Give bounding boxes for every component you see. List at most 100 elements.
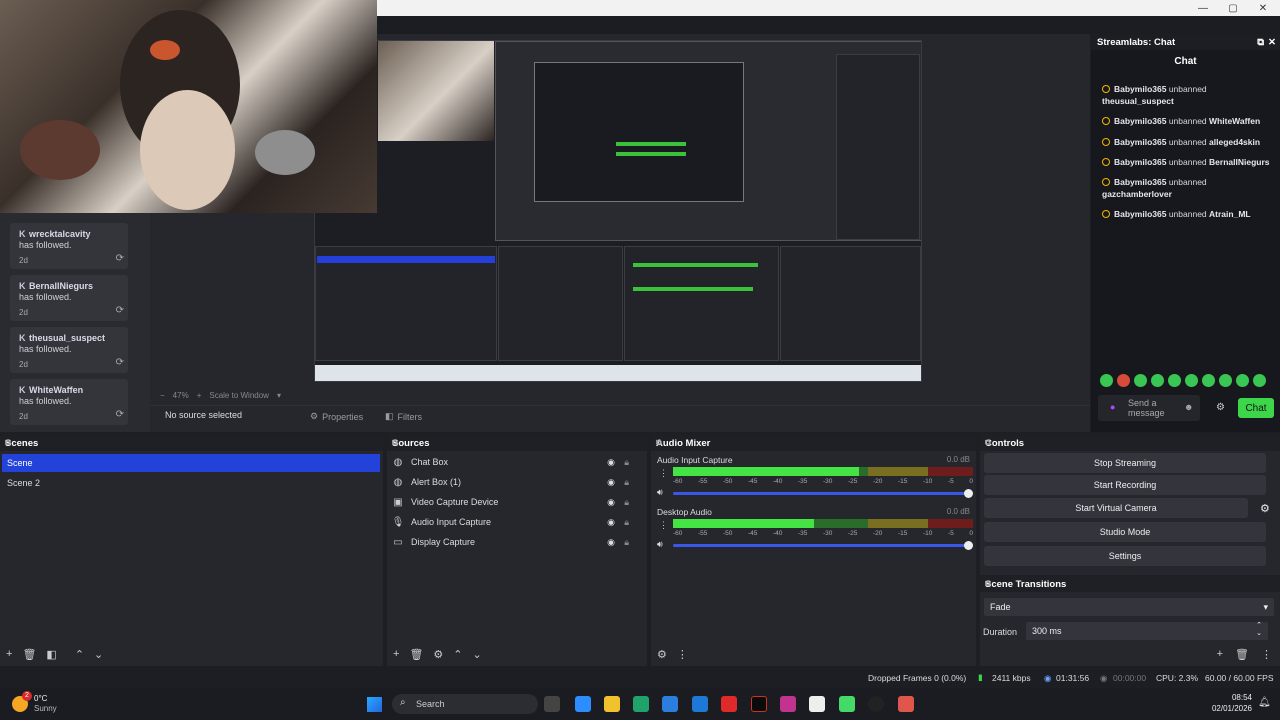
undock-icon[interactable]: ⧉ xyxy=(656,438,971,448)
amazon-icon[interactable] xyxy=(809,696,825,712)
start-virtual-camera-button[interactable]: Start Virtual Camera xyxy=(984,498,1248,518)
volume-slider[interactable] xyxy=(673,489,973,498)
move-down-icon[interactable]: ⌄ xyxy=(473,648,482,661)
store-icon[interactable] xyxy=(662,696,678,712)
source-item[interactable]: ▭ Display Capture ◉ 🔒︎ xyxy=(391,533,633,551)
visibility-icon[interactable]: ◉ xyxy=(607,477,615,488)
stop-streaming-button[interactable]: Stop Streaming xyxy=(984,453,1266,473)
emote-icon[interactable] xyxy=(1151,374,1164,387)
spinner-icon[interactable]: ⌃ ⌄ xyxy=(1256,622,1262,638)
visibility-icon[interactable]: ◉ xyxy=(607,497,615,508)
duration-input[interactable]: 300 ms ⌃ ⌄ xyxy=(1026,622,1268,640)
trash-icon[interactable]: 🗑 xyxy=(22,648,36,661)
undock-icon[interactable]: ⧉ xyxy=(1257,37,1264,48)
replay-icon[interactable]: ⟳ xyxy=(116,253,124,264)
more-icon[interactable]: ⋮ xyxy=(659,468,668,479)
maximize-button[interactable]: ▢ xyxy=(1218,0,1248,16)
gear-icon[interactable]: ⚙ xyxy=(1216,402,1225,413)
add-icon[interactable]: + xyxy=(1217,648,1223,660)
lock-icon[interactable]: 🔒︎ xyxy=(624,517,629,528)
trash-icon[interactable]: 🗑 xyxy=(409,648,423,661)
chat-input[interactable]: ● Send a message ☻ xyxy=(1098,395,1200,421)
chat-send-button[interactable]: Chat xyxy=(1238,398,1274,418)
mod-badge-icon xyxy=(1102,117,1110,125)
undock-icon[interactable]: ⧉ xyxy=(985,438,1275,448)
streamlabs-icon[interactable] xyxy=(898,696,914,712)
start-recording-button[interactable]: Start Recording xyxy=(984,475,1266,495)
minimize-button[interactable]: — xyxy=(1188,0,1218,16)
source-item[interactable]: ◍ Alert Box (1) ◉ 🔒︎ xyxy=(391,473,633,491)
replay-icon[interactable]: ⟳ xyxy=(116,357,124,368)
lock-icon[interactable]: 🔒︎ xyxy=(624,477,629,488)
replay-icon[interactable]: ⟳ xyxy=(116,409,124,420)
emote-icon[interactable] xyxy=(1168,374,1181,387)
scene-item[interactable]: Scene 2 xyxy=(2,474,380,492)
move-up-icon[interactable]: ⌃ xyxy=(75,648,84,661)
visibility-icon[interactable]: ◉ xyxy=(607,517,615,528)
task-view-icon[interactable] xyxy=(544,696,560,712)
emote-icon[interactable] xyxy=(1100,374,1113,387)
gear-icon[interactable]: ⚙ xyxy=(1260,502,1270,515)
add-icon[interactable]: + xyxy=(6,648,12,660)
undock-icon[interactable]: ⧉ xyxy=(392,438,642,448)
copilot-icon[interactable] xyxy=(575,696,591,712)
transition-select[interactable]: Fade ▾ xyxy=(984,598,1274,616)
emote-icon[interactable] xyxy=(1236,374,1249,387)
emote-icon[interactable] xyxy=(1202,374,1215,387)
trash-icon[interactable]: 🗑 xyxy=(1235,648,1249,661)
settings-button[interactable]: Settings xyxy=(984,546,1266,566)
undock-icon[interactable]: ⧉ xyxy=(985,579,1275,589)
scale-mode-select[interactable]: Scale to Window xyxy=(209,391,269,400)
visibility-icon[interactable]: ◉ xyxy=(607,457,615,468)
netflix-icon[interactable] xyxy=(751,696,767,712)
emote-icon[interactable] xyxy=(1219,374,1232,387)
lock-icon[interactable]: 🔒︎ xyxy=(624,537,629,548)
emote-icon[interactable] xyxy=(1117,374,1130,387)
file-explorer-icon[interactable] xyxy=(604,696,620,712)
kick-app-icon[interactable] xyxy=(839,696,855,712)
duration-label: Duration xyxy=(983,627,1018,637)
lock-icon[interactable]: 🔒︎ xyxy=(624,457,629,468)
emote-icon[interactable] xyxy=(1134,374,1147,387)
advanced-audio-icon[interactable]: ⚙ xyxy=(657,648,667,661)
source-item[interactable]: 🎙︎ Audio Input Capture ◉ 🔒︎ xyxy=(391,513,633,531)
more-icon[interactable]: ⋮ xyxy=(1261,648,1272,661)
emoji-icon[interactable]: ☻ xyxy=(1184,402,1193,412)
close-button[interactable]: ✕ xyxy=(1248,0,1278,16)
properties-button[interactable]: ⚙ Properties xyxy=(310,407,363,426)
gear-icon[interactable]: ⚙ xyxy=(433,648,443,661)
replay-icon[interactable]: ⟳ xyxy=(116,305,124,316)
scene-item[interactable]: Scene xyxy=(2,454,380,472)
notification-bell-icon[interactable]: 🔔︎ xyxy=(1258,697,1271,708)
source-item[interactable]: ▣ Video Capture Device ◉ 🔒︎ xyxy=(391,493,633,511)
add-icon[interactable]: + xyxy=(393,648,399,660)
studio-mode-button[interactable]: Studio Mode xyxy=(984,522,1266,542)
chevron-down-icon[interactable]: ▾ xyxy=(277,391,281,400)
zoom-out-button[interactable]: − xyxy=(160,391,165,400)
speaker-icon[interactable]: 🔊︎ xyxy=(657,487,663,498)
close-icon[interactable]: ✕ xyxy=(1268,37,1276,48)
instagram-icon[interactable] xyxy=(780,696,796,712)
more-icon[interactable]: ⋮ xyxy=(659,520,668,531)
more-icon[interactable]: ⋮ xyxy=(677,648,688,661)
youtube-icon[interactable] xyxy=(721,696,737,712)
meter-tick-label: -45 xyxy=(748,530,758,537)
move-down-icon[interactable]: ⌄ xyxy=(94,648,103,661)
outlook-icon[interactable] xyxy=(692,696,708,712)
lock-icon[interactable]: 🔒︎ xyxy=(624,497,629,508)
visibility-icon[interactable]: ◉ xyxy=(607,537,615,548)
obs-icon[interactable] xyxy=(868,696,884,712)
start-icon[interactable] xyxy=(367,697,382,712)
volume-slider[interactable] xyxy=(673,541,973,550)
edge-icon[interactable] xyxy=(633,696,649,712)
filter-icon[interactable]: ◧ xyxy=(46,648,56,661)
undock-icon[interactable]: ⧉ xyxy=(5,438,378,448)
filters-button[interactable]: ◧ Filters xyxy=(385,407,422,426)
source-item[interactable]: ◍ Chat Box ◉ 🔒︎ xyxy=(391,453,633,471)
move-up-icon[interactable]: ⌃ xyxy=(453,648,462,661)
speaker-icon[interactable]: 🔊︎ xyxy=(657,539,663,550)
emote-icon[interactable] xyxy=(1185,374,1198,387)
zoom-in-button[interactable]: + xyxy=(197,391,202,400)
emote-icon[interactable] xyxy=(1253,374,1266,387)
taskbar-search[interactable]: ⌕ Search xyxy=(392,694,538,714)
